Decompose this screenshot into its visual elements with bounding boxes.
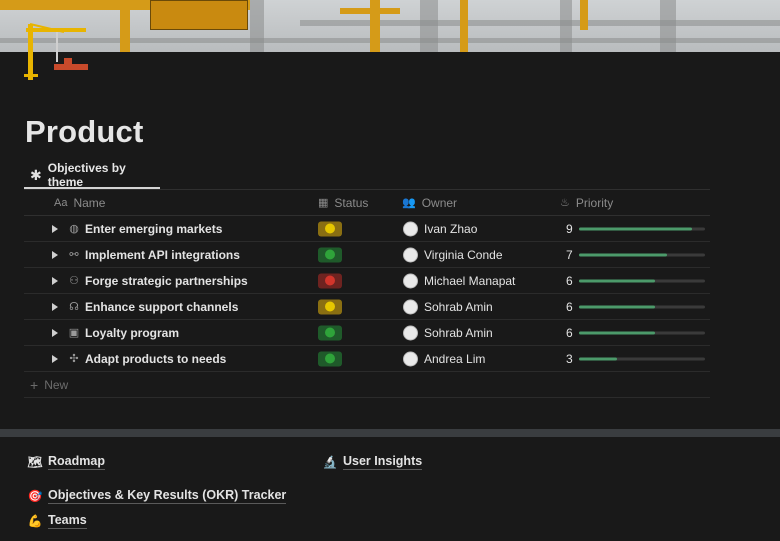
status-dot [325, 249, 335, 260]
status-dot [325, 301, 335, 312]
priority-bar-fill [579, 227, 693, 230]
priority-bar-fill [579, 279, 655, 282]
status-badge[interactable] [318, 299, 342, 314]
map-icon: 🗺 [27, 455, 43, 469]
owner-name[interactable]: Michael Manapat [424, 274, 515, 288]
group-icon: ⚇ [69, 274, 79, 287]
objective-name[interactable]: Enter emerging markets [85, 222, 222, 236]
table-row[interactable]: ☊ Enhance support channels Sohrab Amin 6 [24, 294, 710, 320]
people-icon: 👥 [402, 197, 416, 209]
priority-value: 6 [566, 299, 573, 314]
plug-icon: ⚯ [69, 248, 79, 261]
headset-icon: ☊ [69, 300, 79, 313]
traffic-light-icon: ▦ [318, 197, 329, 209]
priority-value: 3 [566, 351, 573, 366]
construction-crane-icon[interactable] [24, 20, 90, 80]
expand-caret-icon[interactable] [52, 250, 58, 259]
new-row-button[interactable]: + New [24, 372, 710, 398]
link-roadmap[interactable]: 🗺 Roadmap [27, 454, 105, 470]
microscope-icon: 🔬 [322, 455, 338, 469]
priority-bar [579, 305, 705, 308]
table-row[interactable]: ◍ Enter emerging markets Ivan Zhao 9 [24, 216, 710, 242]
owner-name[interactable]: Virginia Conde [424, 248, 503, 262]
target-icon: 🎯 [27, 489, 43, 503]
objective-name[interactable]: Implement API integrations [85, 248, 240, 262]
column-header-owner[interactable]: 👥 Owner [402, 196, 457, 210]
table-row[interactable]: ✣ Adapt products to needs Andrea Lim 3 [24, 346, 710, 372]
expand-caret-icon[interactable] [52, 224, 58, 233]
priority-bar [579, 357, 705, 360]
owner-name[interactable]: Ivan Zhao [424, 222, 477, 236]
tab-label: Objectives by theme [47, 161, 126, 189]
table-row[interactable]: ▣ Loyalty program Sohrab Amin 6 [24, 320, 710, 346]
status-badge[interactable] [318, 247, 342, 262]
puzzle-icon: ✣ [69, 352, 79, 365]
column-header-priority[interactable]: ♨ Priority [560, 196, 613, 210]
table-row[interactable]: ⚯ Implement API integrations Virginia Cond… [24, 242, 710, 268]
status-badge[interactable] [318, 351, 342, 366]
priority-bar-fill [579, 331, 655, 334]
status-dot [325, 223, 335, 234]
avatar [403, 273, 418, 288]
asterisk-icon: ✱ [30, 166, 42, 183]
flame-icon: ♨ [560, 197, 570, 209]
status-badge[interactable] [318, 221, 342, 236]
priority-value: 9 [566, 221, 573, 236]
flexed-biceps-icon: 💪 [27, 514, 43, 528]
priority-bar-fill [579, 305, 655, 308]
gift-icon: ▣ [68, 326, 80, 339]
owner-name[interactable]: Andrea Lim [424, 352, 485, 366]
priority-bar [579, 279, 705, 282]
status-dot [325, 275, 335, 286]
objectives-table: Aa Name ▦ Status 👥 Owner ♨ Priority ◍ Ent… [24, 190, 710, 398]
priority-bar [579, 227, 705, 230]
owner-name[interactable]: Sohrab Amin [424, 326, 493, 340]
avatar [403, 299, 418, 314]
globe-icon: ◍ [69, 222, 79, 235]
column-header-name[interactable]: Aa Name [54, 196, 105, 210]
status-badge[interactable] [318, 273, 342, 288]
expand-caret-icon[interactable] [52, 302, 58, 311]
expand-caret-icon[interactable] [52, 328, 58, 337]
priority-value: 6 [566, 273, 573, 288]
owner-name[interactable]: Sohrab Amin [424, 300, 493, 314]
tab-objectives-by-theme[interactable]: ✱ Objectives by theme [24, 161, 160, 189]
objective-name[interactable]: Adapt products to needs [85, 352, 226, 366]
text-icon: Aa [54, 196, 68, 209]
expand-caret-icon[interactable] [52, 276, 58, 285]
link-user-insights[interactable]: 🔬 User Insights [322, 454, 423, 470]
priority-bar [579, 331, 705, 334]
status-badge[interactable] [318, 325, 342, 340]
objective-name[interactable]: Loyalty program [85, 326, 179, 340]
priority-bar [579, 253, 705, 256]
priority-value: 6 [566, 325, 573, 340]
page-title: Product [25, 114, 144, 149]
page-cover [0, 0, 780, 52]
priority-bar-fill [579, 253, 668, 256]
avatar [403, 221, 418, 236]
priority-bar-fill [579, 357, 617, 360]
objective-name[interactable]: Enhance support channels [85, 300, 238, 314]
plus-icon: + [30, 376, 39, 393]
link-teams[interactable]: 💪 Teams [28, 513, 87, 529]
avatar [403, 325, 418, 340]
table-row[interactable]: ⚇ Forge strategic partnerships Michael Man… [24, 268, 710, 294]
table-header: Aa Name ▦ Status 👥 Owner ♨ Priority [24, 190, 710, 216]
status-dot [325, 353, 335, 364]
column-header-status[interactable]: ▦ Status [318, 196, 368, 210]
avatar [403, 351, 418, 366]
link-okr-tracker[interactable]: 🎯 Objectives & Key Results (OKR) Tracker [27, 488, 287, 504]
status-dot [325, 327, 335, 338]
section-divider [0, 429, 780, 437]
objective-name[interactable]: Forge strategic partnerships [85, 274, 248, 288]
avatar [403, 247, 418, 262]
priority-value: 7 [566, 247, 573, 262]
expand-caret-icon[interactable] [52, 354, 58, 363]
